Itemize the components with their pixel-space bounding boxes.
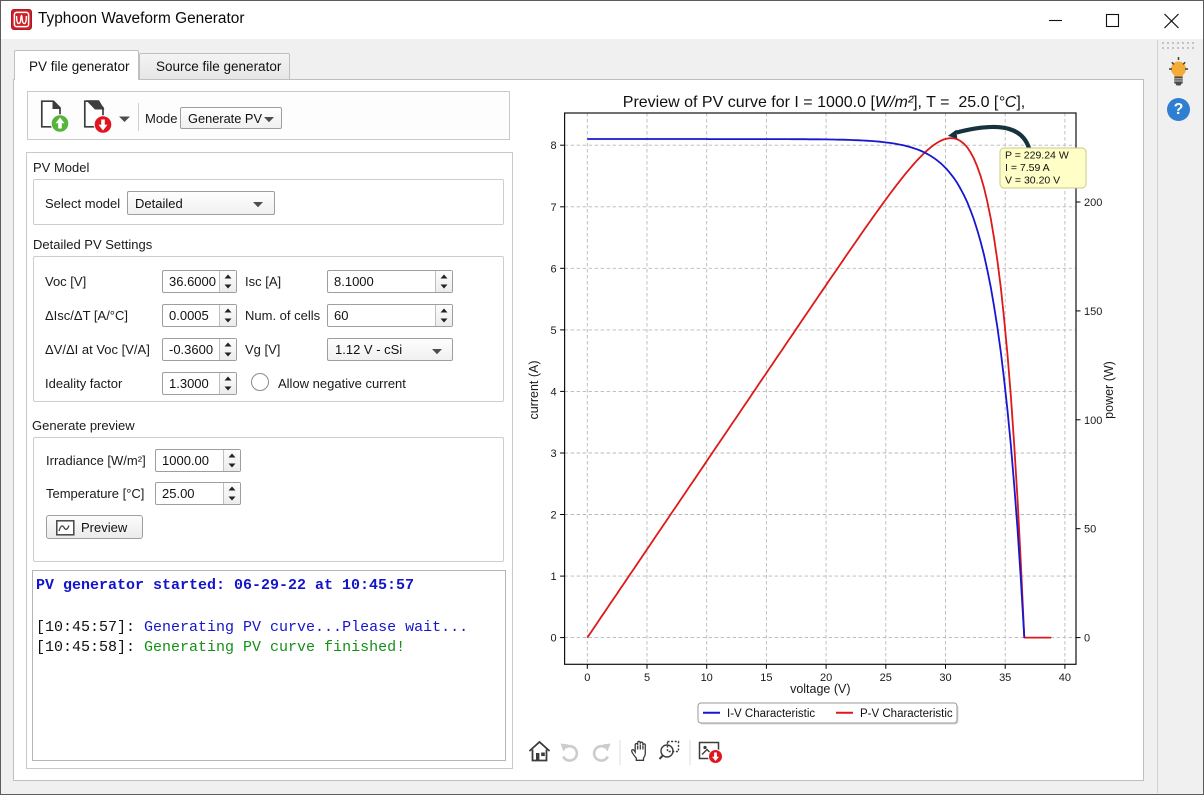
svg-text:10: 10 bbox=[701, 672, 713, 684]
svg-text:I-V Characteristic: I-V Characteristic bbox=[727, 708, 815, 720]
svg-text:V = 30.20 V: V = 30.20 V bbox=[1005, 175, 1060, 187]
svg-text:150: 150 bbox=[1084, 306, 1102, 318]
svg-text:200: 200 bbox=[1084, 197, 1102, 209]
svg-text:50: 50 bbox=[1084, 524, 1096, 536]
svg-text:4: 4 bbox=[550, 386, 556, 398]
svg-text:25: 25 bbox=[880, 672, 892, 684]
svg-text:0: 0 bbox=[550, 633, 556, 645]
svg-text:3: 3 bbox=[550, 448, 556, 460]
svg-text:30: 30 bbox=[939, 672, 951, 684]
svg-text:P = 229.24 W: P = 229.24 W bbox=[1005, 150, 1069, 162]
svg-text:40: 40 bbox=[1059, 672, 1071, 684]
svg-text:6: 6 bbox=[550, 263, 556, 275]
svg-text:2: 2 bbox=[550, 510, 556, 522]
svg-text:I = 7.59 A: I = 7.59 A bbox=[1005, 162, 1050, 174]
svg-text:5: 5 bbox=[550, 325, 556, 337]
svg-text:0: 0 bbox=[584, 672, 590, 684]
svg-text:P-V Characteristic: P-V Characteristic bbox=[860, 708, 953, 720]
svg-text:7: 7 bbox=[550, 202, 556, 214]
svg-text:5: 5 bbox=[644, 672, 650, 684]
svg-text:Preview of PV curve for I = 10: Preview of PV curve for I = 1000.0 [W/m²… bbox=[623, 94, 1025, 111]
svg-text:voltage (V): voltage (V) bbox=[790, 682, 850, 696]
svg-text:1: 1 bbox=[550, 571, 556, 583]
svg-text:current (A): current (A) bbox=[527, 360, 541, 419]
svg-text:35: 35 bbox=[999, 672, 1011, 684]
svg-text:15: 15 bbox=[760, 672, 772, 684]
svg-text:8: 8 bbox=[550, 140, 556, 152]
svg-text:power (W): power (W) bbox=[1102, 361, 1116, 419]
svg-text:0: 0 bbox=[1084, 633, 1090, 645]
svg-text:100: 100 bbox=[1084, 415, 1102, 427]
